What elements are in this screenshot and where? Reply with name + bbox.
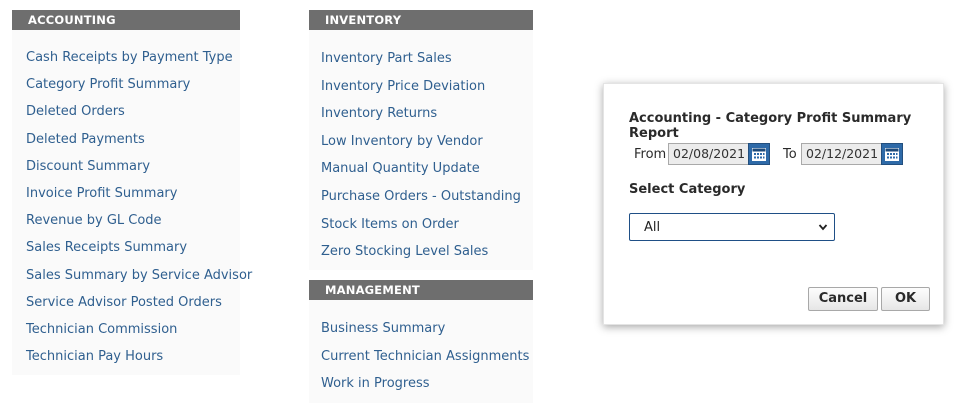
to-date-input[interactable]: 02/12/2021 <box>801 143 882 165</box>
menu-item-inventory-returns[interactable]: Inventory Returns <box>321 104 521 132</box>
cancel-button[interactable]: Cancel <box>808 287 878 311</box>
menu-item-inventory-part-sales[interactable]: Inventory Part Sales <box>321 49 521 77</box>
ok-button[interactable]: OK <box>881 287 930 311</box>
select-category-label: Select Category <box>629 182 746 197</box>
management-menu: Business Summary Current Technician Assi… <box>321 319 529 402</box>
menu-item-stock-items-on-order[interactable]: Stock Items on Order <box>321 215 521 243</box>
menu-item-technician-commission[interactable]: Technician Commission <box>26 320 252 347</box>
menu-item-advisor-posted-orders[interactable]: Service Advisor Posted Orders <box>26 293 252 320</box>
menu-item-manual-quantity-update[interactable]: Manual Quantity Update <box>321 159 521 187</box>
category-select-value: All <box>644 220 661 235</box>
to-label: To <box>783 147 797 162</box>
from-date-input[interactable]: 02/08/2021 <box>668 143 749 165</box>
category-select[interactable]: All <box>629 213 835 241</box>
menu-item-deleted-payments[interactable]: Deleted Payments <box>26 130 252 157</box>
menu-item-current-technician-assignments[interactable]: Current Technician Assignments <box>321 347 529 375</box>
inventory-header: INVENTORY <box>309 10 533 30</box>
menu-item-sales-summary-by-advisor[interactable]: Sales Summary by Service Advisor <box>26 266 252 293</box>
calendar-icon <box>885 148 899 161</box>
menu-item-revenue-by-gl-code[interactable]: Revenue by GL Code <box>26 211 252 238</box>
from-label: From <box>634 147 667 162</box>
menu-item-category-profit-summary[interactable]: Category Profit Summary <box>26 75 252 102</box>
management-header: MANAGEMENT <box>309 280 533 300</box>
chevron-down-icon <box>818 224 828 231</box>
accounting-header: ACCOUNTING <box>12 10 240 30</box>
dialog-title: Accounting - Category Profit Summary Rep… <box>629 111 912 141</box>
report-dialog: Accounting - Category Profit Summary Rep… <box>603 83 944 325</box>
menu-item-business-summary[interactable]: Business Summary <box>321 319 529 347</box>
menu-item-discount-summary[interactable]: Discount Summary <box>26 157 252 184</box>
calendar-icon <box>752 148 766 161</box>
menu-item-technician-pay-hours[interactable]: Technician Pay Hours <box>26 347 252 374</box>
menu-item-work-in-progress[interactable]: Work in Progress <box>321 374 529 402</box>
accounting-menu: Cash Receipts by Payment Type Category P… <box>26 48 252 374</box>
menu-item-inventory-price-deviation[interactable]: Inventory Price Deviation <box>321 77 521 105</box>
menu-item-low-inventory-by-vendor[interactable]: Low Inventory by Vendor <box>321 132 521 160</box>
menu-item-purchase-orders-outstanding[interactable]: Purchase Orders - Outstanding <box>321 187 521 215</box>
menu-item-cash-receipts[interactable]: Cash Receipts by Payment Type <box>26 48 252 75</box>
menu-item-deleted-orders[interactable]: Deleted Orders <box>26 102 252 129</box>
to-calendar-button[interactable] <box>881 143 903 165</box>
inventory-menu: Inventory Part Sales Inventory Price Dev… <box>321 49 521 270</box>
from-calendar-button[interactable] <box>748 143 770 165</box>
menu-item-invoice-profit-summary[interactable]: Invoice Profit Summary <box>26 184 252 211</box>
menu-item-sales-receipts-summary[interactable]: Sales Receipts Summary <box>26 238 252 265</box>
menu-item-zero-stocking-level-sales[interactable]: Zero Stocking Level Sales <box>321 242 521 270</box>
